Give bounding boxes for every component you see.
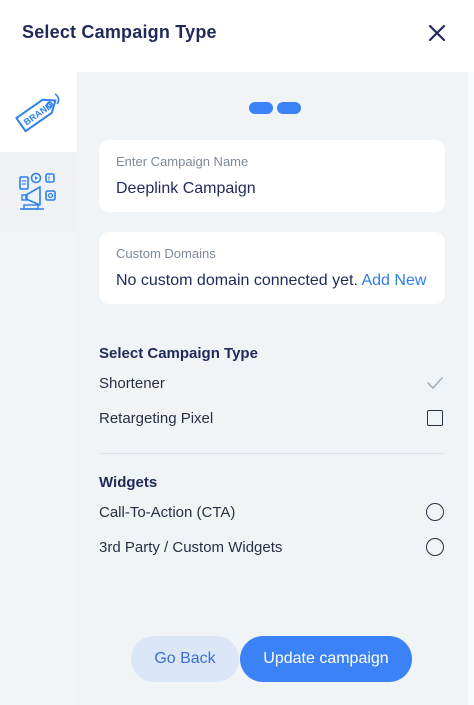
cta-radio-wrap[interactable] bbox=[425, 502, 445, 522]
svg-text:f: f bbox=[48, 176, 50, 183]
option-shortener-label: Shortener bbox=[99, 374, 165, 392]
step-dot-2 bbox=[277, 102, 301, 114]
campaign-name-field[interactable]: Enter Campaign Name Deeplink Campaign bbox=[99, 140, 445, 212]
side-rail: BRAND f bbox=[0, 72, 77, 705]
main-panel: Enter Campaign Name Deeplink Campaign Cu… bbox=[77, 72, 468, 705]
step-indicator bbox=[249, 102, 301, 114]
retargeting-checkbox[interactable] bbox=[427, 410, 443, 426]
brand-tag-icon: BRAND bbox=[14, 93, 59, 133]
rail-item-widgets[interactable]: f bbox=[0, 152, 77, 232]
custom-domains-card: Custom Domains No custom domain connecte… bbox=[99, 232, 445, 304]
shortener-checkmark[interactable] bbox=[425, 373, 445, 393]
option-shortener[interactable]: Shortener bbox=[99, 371, 445, 395]
dialog-header: Select Campaign Type bbox=[0, 0, 474, 72]
cta-radio[interactable] bbox=[426, 503, 444, 521]
add-new-link[interactable]: Add New bbox=[361, 272, 426, 289]
custom-widgets-radio-wrap[interactable] bbox=[425, 537, 445, 557]
option-cta-label: Call-To-Action (CTA) bbox=[99, 503, 236, 521]
close-button[interactable] bbox=[424, 20, 450, 46]
option-custom-widgets-label: 3rd Party / Custom Widgets bbox=[99, 538, 283, 556]
step-dot-1 bbox=[249, 102, 273, 114]
custom-domains-label: Custom Domains bbox=[116, 246, 216, 261]
go-back-button[interactable]: Go Back bbox=[131, 636, 239, 682]
checkmark-icon bbox=[427, 377, 443, 389]
campaign-type-title: Select Campaign Type bbox=[99, 345, 258, 362]
custom-domains-text: No custom domain connected yet. Add New bbox=[116, 272, 428, 290]
option-retargeting-pixel[interactable]: Retargeting Pixel bbox=[99, 406, 445, 430]
rail-item-brand[interactable]: BRAND bbox=[0, 72, 77, 152]
update-campaign-button[interactable]: Update campaign bbox=[240, 636, 412, 682]
widgets-title: Widgets bbox=[99, 474, 158, 491]
close-icon bbox=[428, 24, 446, 42]
panel-edge bbox=[468, 72, 474, 705]
option-retargeting-label: Retargeting Pixel bbox=[99, 409, 214, 427]
campaign-name-value[interactable]: Deeplink Campaign bbox=[116, 180, 428, 198]
custom-domains-status: No custom domain connected yet. bbox=[116, 272, 358, 289]
option-cta[interactable]: Call-To-Action (CTA) bbox=[99, 500, 445, 524]
section-divider bbox=[99, 453, 445, 454]
retargeting-checkbox-wrap[interactable] bbox=[425, 408, 445, 428]
custom-widgets-radio[interactable] bbox=[426, 538, 444, 556]
option-custom-widgets[interactable]: 3rd Party / Custom Widgets bbox=[99, 535, 445, 559]
campaign-name-label: Enter Campaign Name bbox=[116, 154, 249, 169]
dialog-title: Select Campaign Type bbox=[22, 22, 217, 42]
marketing-widgets-icon: f bbox=[18, 172, 56, 210]
